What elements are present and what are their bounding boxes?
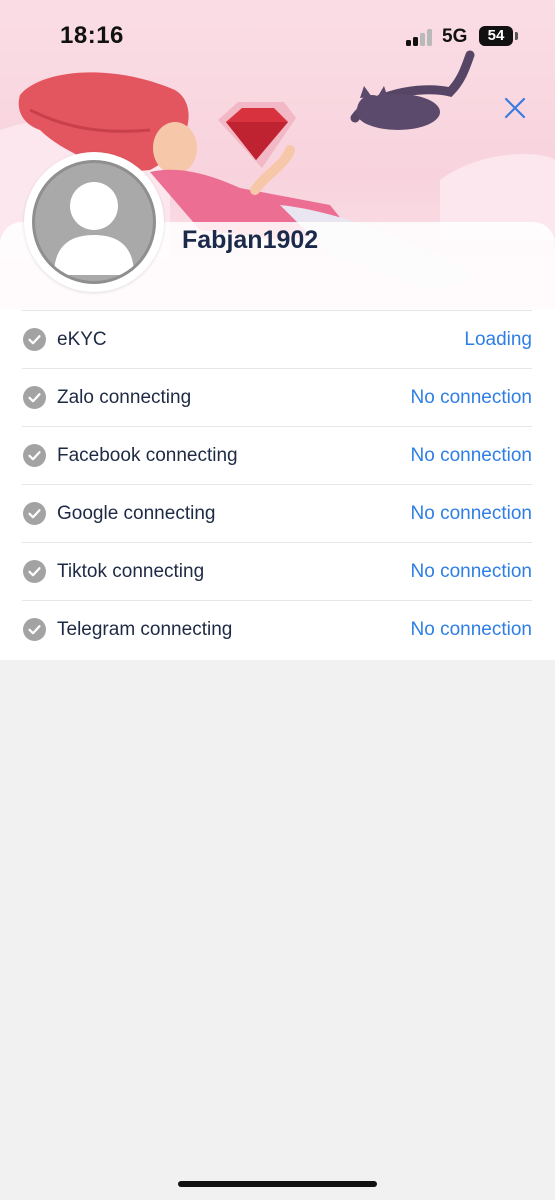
username: Fabjan1902 [182,226,319,254]
check-circle-icon [23,444,46,467]
check-circle-icon [23,328,46,351]
row-label: Facebook connecting [57,445,238,466]
check-circle-icon [23,618,46,641]
row-label: Tiktok connecting [57,561,205,582]
check-circle-icon [23,502,46,525]
close-button[interactable] [500,93,530,123]
check-circle-icon [23,386,46,409]
row-label: Zalo connecting [57,387,192,408]
status-bar: 18:16 5G 54 [0,0,555,74]
row-label: eKYC [57,329,107,350]
signal-icon [406,29,434,46]
row-label: Telegram connecting [57,619,233,640]
row-google[interactable]: Google connecting No connection [22,484,532,542]
close-icon [504,97,526,119]
row-status-link[interactable]: No connection [411,619,532,641]
row-facebook[interactable]: Facebook connecting No connection [22,426,532,484]
row-tiktok[interactable]: Tiktok connecting No connection [22,542,532,600]
row-status-link[interactable]: No connection [411,445,532,467]
row-status-link[interactable]: No connection [411,387,532,409]
row-status-link[interactable]: Loading [464,329,532,351]
user-placeholder-icon [32,160,156,284]
home-indicator[interactable] [178,1181,377,1187]
row-ekyc[interactable]: eKYC Loading [22,310,532,368]
battery-tip [515,32,518,40]
row-zalo[interactable]: Zalo connecting No connection [22,368,532,426]
network-type: 5G [442,26,468,47]
avatar-silhouette [54,182,134,275]
avatar[interactable] [24,152,164,292]
check-circle-icon [23,560,46,583]
connections-list: eKYC Loading Zalo connecting No connecti… [22,310,532,658]
battery-icon: 54 [479,26,513,46]
row-label: Google connecting [57,503,216,524]
row-status-link[interactable]: No connection [411,503,532,525]
row-telegram[interactable]: Telegram connecting No connection [22,600,532,658]
profile-screen: 18:16 5G 54 Fabjan1902 eKYC Loading Zalo… [0,0,555,1200]
row-status-link[interactable]: No connection [411,561,532,583]
status-time: 18:16 [60,22,124,49]
